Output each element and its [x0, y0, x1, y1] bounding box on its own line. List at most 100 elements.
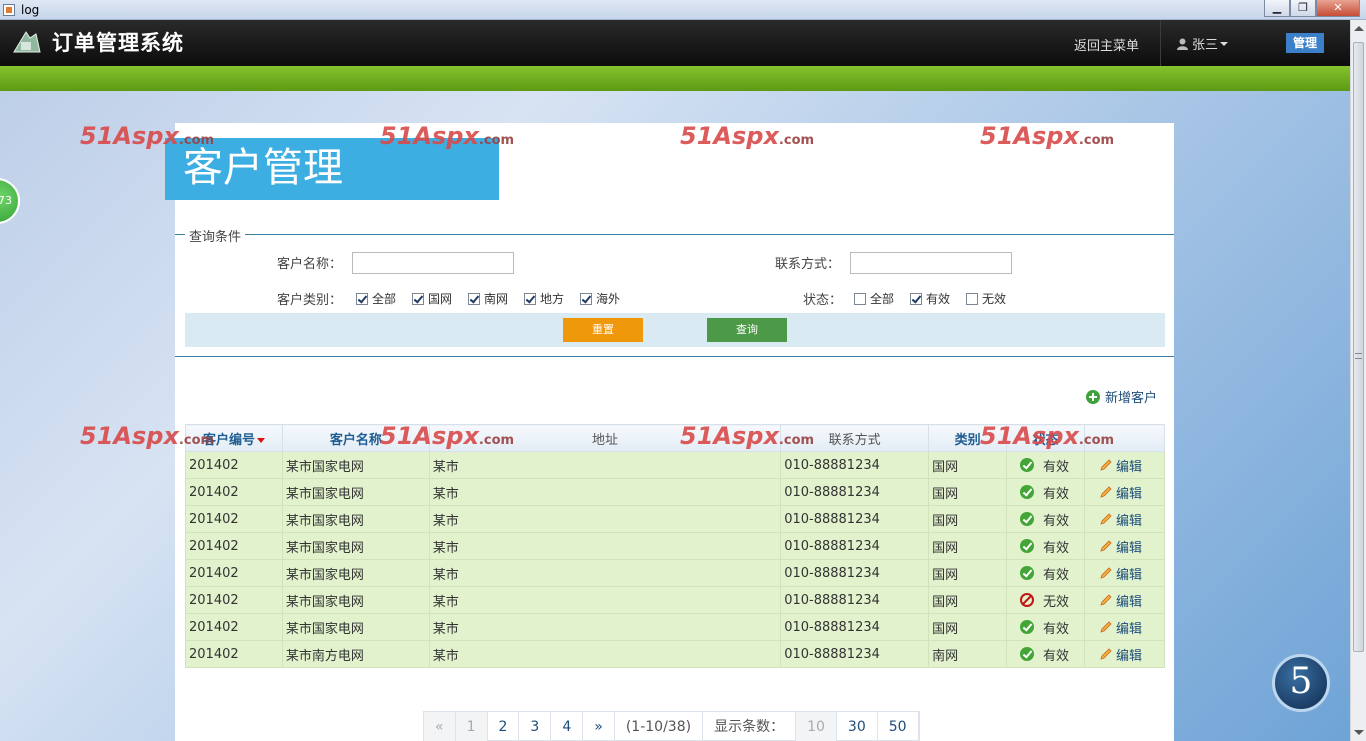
- status-checkbox-invalid[interactable]: 无效: [966, 290, 1006, 307]
- status-checkbox-valid[interactable]: 有效: [910, 290, 950, 307]
- cell-name: 某市国家电网: [281, 613, 430, 641]
- cell-name: 某市国家电网: [281, 586, 430, 614]
- contact-input[interactable]: [850, 252, 1012, 274]
- cell-category: 国网: [928, 559, 1008, 587]
- cell-name: 某市南方电网: [281, 640, 430, 668]
- scroll-down-icon[interactable]: [1354, 730, 1364, 735]
- edit-link[interactable]: 编辑: [1088, 645, 1164, 664]
- user-name: 张三: [1192, 38, 1219, 53]
- add-customer-link[interactable]: 新增客户: [1086, 387, 1157, 406]
- back-to-main-link[interactable]: 返回主菜单: [1074, 35, 1139, 54]
- checkbox-box[interactable]: [412, 292, 424, 305]
- page-size-30[interactable]: 30: [837, 712, 878, 741]
- scrollbar-thumb[interactable]: [1353, 42, 1364, 652]
- page-size-50[interactable]: 50: [878, 712, 919, 741]
- edit-link[interactable]: 编辑: [1088, 456, 1164, 475]
- status-label: 状态：: [803, 293, 843, 308]
- customer-name-input[interactable]: [352, 252, 514, 274]
- header-divider: [1160, 20, 1161, 66]
- pager-page-4[interactable]: 4: [551, 712, 584, 741]
- cell-category: 国网: [928, 478, 1008, 506]
- sort-desc-icon: [256, 437, 265, 443]
- category-checkbox-local[interactable]: 地方: [524, 290, 564, 307]
- pager-page-2[interactable]: 2: [488, 712, 520, 741]
- cell-actions: 编辑: [1084, 613, 1165, 641]
- checkbox-box[interactable]: [580, 292, 592, 305]
- scroll-up-icon[interactable]: [1354, 26, 1364, 31]
- pencil-icon: [1100, 513, 1112, 525]
- cell-contact: 010-88881234: [780, 586, 930, 614]
- window-title: log: [21, 3, 40, 17]
- category-checkbox-south-grid[interactable]: 南网: [468, 290, 508, 307]
- edit-link[interactable]: 编辑: [1088, 564, 1164, 583]
- cell-contact: 010-88881234: [780, 505, 930, 533]
- cell-actions: 编辑: [1084, 586, 1165, 614]
- cell-address: 某市: [428, 505, 782, 533]
- pager-page-1[interactable]: 1: [455, 712, 488, 741]
- watermark: 51Aspx.com: [80, 422, 215, 450]
- table-row: 201402 某市国家电网 某市 010-88881234 国网 有效 编辑: [185, 559, 1165, 587]
- checkbox-box[interactable]: [910, 292, 922, 305]
- edit-link[interactable]: 编辑: [1088, 618, 1164, 637]
- checkbox-box[interactable]: [468, 292, 480, 305]
- cell-address: 某市: [428, 478, 782, 506]
- checkbox-box[interactable]: [966, 292, 978, 305]
- checkbox-box[interactable]: [524, 292, 536, 305]
- table-row: 201402 某市国家电网 某市 010-88881234 国网 有效 编辑: [185, 505, 1165, 533]
- checkbox-box[interactable]: [854, 292, 866, 305]
- cell-contact: 010-88881234: [780, 451, 930, 479]
- table-row: 201402 某市国家电网 某市 010-88881234 国网 有效 编辑: [185, 451, 1165, 479]
- table-row: 201402 某市南方电网 某市 010-88881234 南网 有效 编辑: [185, 640, 1165, 668]
- search-button[interactable]: 查询: [707, 318, 787, 342]
- edit-link[interactable]: 编辑: [1088, 483, 1164, 502]
- reset-button[interactable]: 重置: [563, 318, 643, 342]
- manage-button[interactable]: 管理: [1286, 33, 1324, 53]
- page-size-10[interactable]: 10: [796, 712, 837, 741]
- floating-badge[interactable]: 73: [0, 178, 20, 224]
- pager-last-button[interactable]: »: [583, 712, 615, 741]
- edit-link[interactable]: 编辑: [1088, 537, 1164, 556]
- watermark: 51Aspx.com: [980, 422, 1115, 450]
- close-button[interactable]: ✕: [1316, 0, 1360, 17]
- table-row: 201402 某市国家电网 某市 010-88881234 国网 有效 编辑: [185, 613, 1165, 641]
- check-circle-icon: [1020, 539, 1035, 553]
- app-window-icon: [3, 4, 15, 16]
- query-button-strip: [185, 313, 1165, 347]
- check-circle-icon: [1020, 485, 1035, 499]
- pager-page-3[interactable]: 3: [519, 712, 552, 741]
- cell-address: 某市: [428, 559, 782, 587]
- cell-status: 无效: [1006, 586, 1085, 614]
- minimize-button[interactable]: ▁: [1264, 0, 1290, 17]
- cell-actions: 编辑: [1084, 532, 1165, 560]
- checkbox-box[interactable]: [356, 292, 368, 305]
- watermark: 51Aspx.com: [380, 422, 515, 450]
- table-row: 201402 某市国家电网 某市 010-88881234 国网 有效 编辑: [185, 532, 1165, 560]
- status-text: 无效: [1043, 594, 1070, 610]
- cell-contact: 010-88881234: [780, 559, 930, 587]
- pager-first-button[interactable]: «: [424, 712, 456, 741]
- table-body: 201402 某市国家电网 某市 010-88881234 国网 有效 编辑 201402 某市…: [185, 451, 1165, 668]
- user-menu[interactable]: 张三: [1177, 34, 1229, 53]
- cell-contact: 010-88881234: [780, 478, 930, 506]
- maximize-button[interactable]: ❐: [1290, 0, 1316, 17]
- cell-status: 有效: [1006, 505, 1085, 533]
- cell-contact: 010-88881234: [780, 532, 930, 560]
- category-checkbox-state-grid[interactable]: 国网: [412, 290, 452, 307]
- category-checkbox-overseas[interactable]: 海外: [580, 290, 620, 307]
- section-divider: [175, 356, 1174, 357]
- check-circle-icon: [1020, 458, 1035, 472]
- cell-address: 某市: [428, 613, 782, 641]
- status-text: 有效: [1043, 621, 1070, 637]
- status-checkbox-all[interactable]: 全部: [854, 290, 894, 307]
- check-circle-icon: [1020, 566, 1035, 580]
- vertical-scrollbar[interactable]: [1350, 20, 1366, 741]
- category-checkbox-all[interactable]: 全部: [356, 290, 396, 307]
- cell-status: 有效: [1006, 451, 1085, 479]
- cell-id: 201402: [185, 532, 283, 560]
- edit-link[interactable]: 编辑: [1088, 591, 1164, 610]
- cell-id: 201402: [185, 559, 283, 587]
- pager-range: (1-10/38): [615, 712, 704, 741]
- table-row: 201402 某市国家电网 某市 010-88881234 国网 有效 编辑: [185, 478, 1165, 506]
- edit-link[interactable]: 编辑: [1088, 510, 1164, 529]
- cell-actions: 编辑: [1084, 478, 1165, 506]
